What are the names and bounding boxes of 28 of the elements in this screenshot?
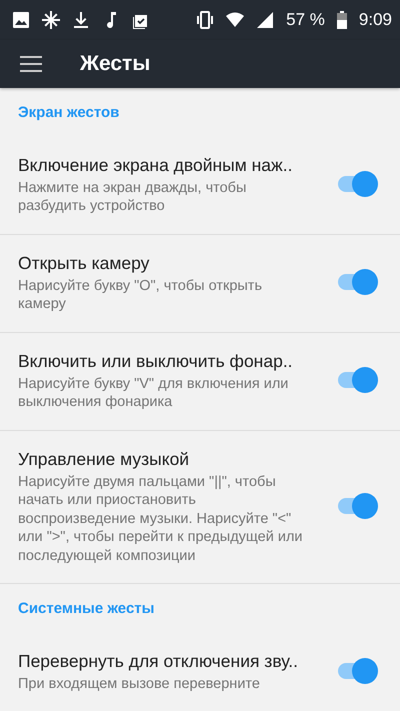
vibrate-icon (196, 11, 214, 29)
setting-title: Открыть камеру (18, 252, 150, 274)
setting-summary: Нарисуйте букву "V" для включения или выключения фонарика (18, 374, 290, 412)
setting-title: Управление музыкой (18, 448, 190, 470)
wifi-icon (226, 11, 244, 29)
battery-icon (336, 11, 347, 29)
setting-summary: Нарисуйте двумя пальцами "||", чтобы начать или приостановить воспроизведение музыки. Нарисуйте "<" или ">", чтобы перейти к предыдущей или последующей композиции (18, 472, 304, 565)
section-header: Системные жесты (18, 600, 154, 617)
battery-percent: 57 % (286, 10, 325, 30)
toggle-switch[interactable] (336, 171, 378, 197)
setting-title: Перевернуть для отключения зву.. (18, 650, 299, 672)
section-header: Экран жестов (18, 104, 120, 121)
toggle-switch[interactable] (336, 658, 378, 684)
setting-summary: Нарисуйте букву "O", чтобы открыть камеру (18, 276, 264, 314)
toggle-switch[interactable] (336, 367, 378, 393)
screen-title: Жесты (80, 52, 150, 76)
menu-icon (20, 56, 42, 72)
signal-icon (256, 11, 274, 29)
setting-title: Включить или выключить фонар.. (18, 350, 294, 372)
toggle-switch[interactable] (336, 492, 378, 519)
setting-title: Включение экрана двойным наж.. (18, 154, 294, 176)
clock: 9:09 (358, 10, 392, 30)
image-icon (12, 11, 30, 29)
setting-summary: Нажмите на экран дважды, чтобы разбудить устройство (18, 178, 248, 216)
toggle-switch[interactable] (336, 269, 378, 295)
snowflake-icon (42, 11, 60, 29)
download-icon (72, 11, 90, 29)
setting-summary: При входящем вызове переверните (18, 674, 261, 693)
